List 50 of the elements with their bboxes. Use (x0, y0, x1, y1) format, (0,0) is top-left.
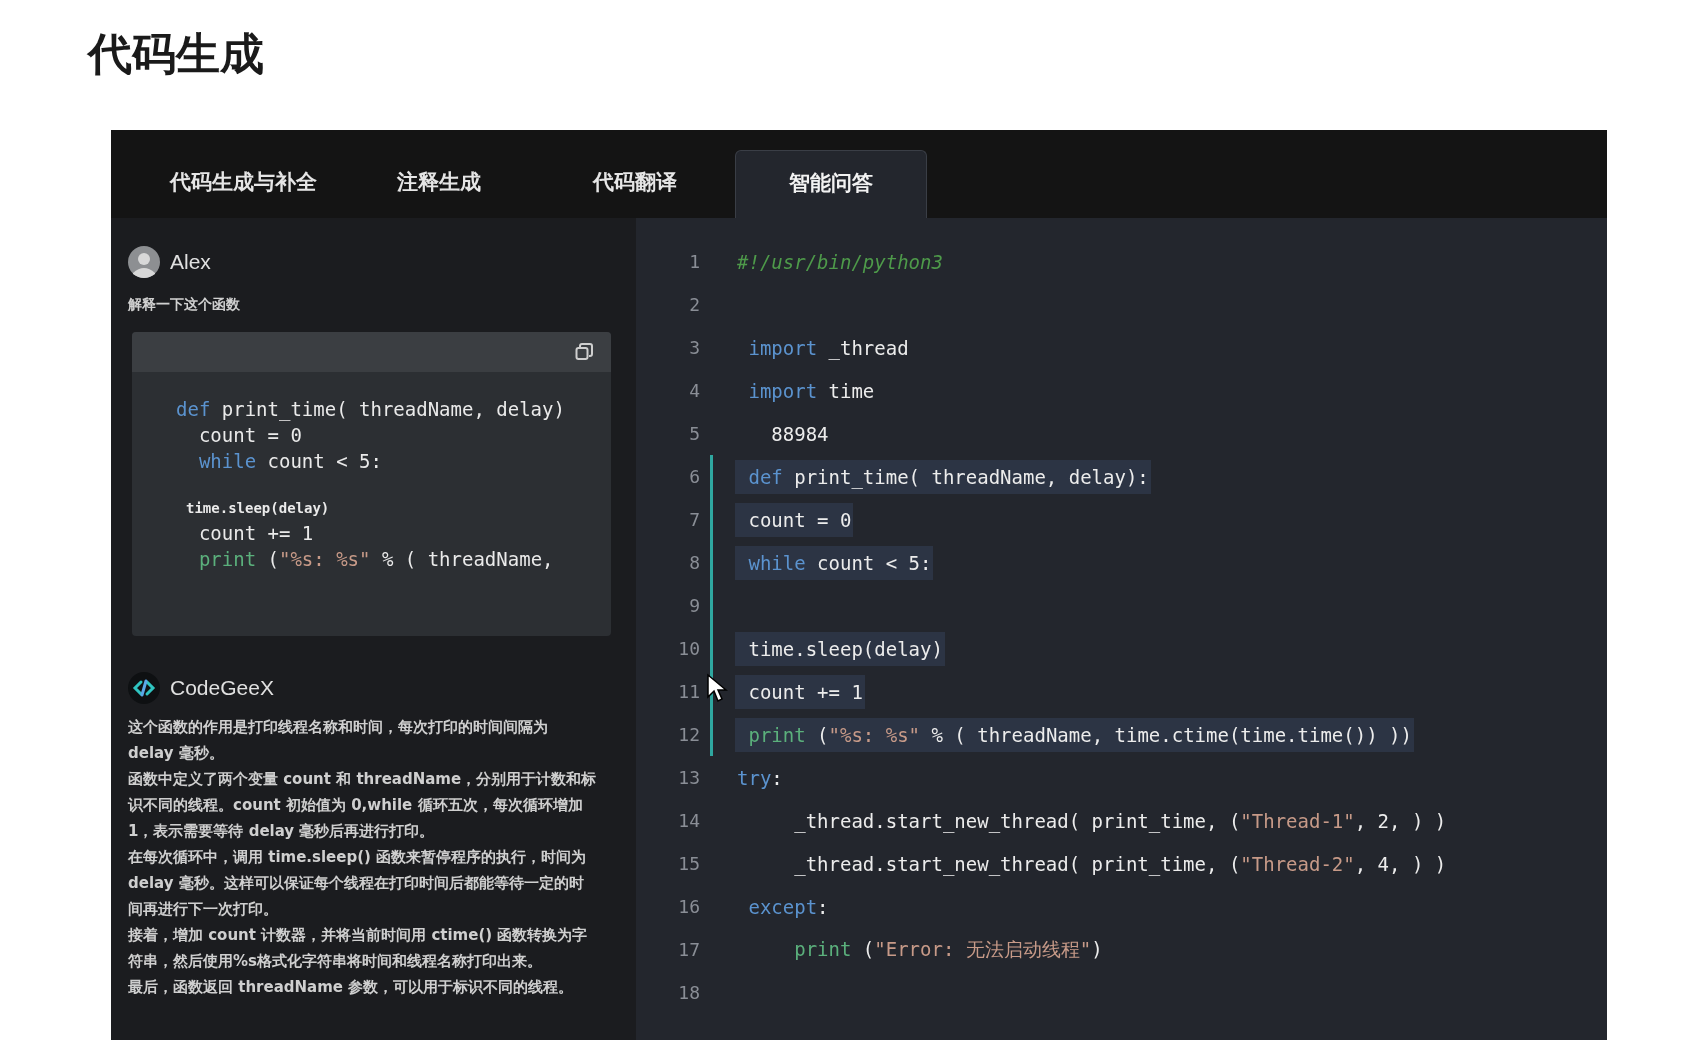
line-number: 14 (677, 810, 700, 831)
code-line: 88984 (770, 421, 830, 447)
line-number: 15 (677, 853, 700, 874)
line-number: 18 (677, 982, 700, 1003)
code-line: count = 0 (197, 423, 303, 448)
logo-icon (128, 672, 160, 704)
code-line: import _thread (747, 335, 910, 362)
tab[interactable]: 注释生成 (343, 150, 535, 218)
answer-paragraph: 函数中定义了两个变量 count 和 threadName，分别用于计数和标识不同的线程。count 初始值为 0,while 循环五次，每次循环增加 1，表示需要等待 delay 毫秒后再进行打印。 (128, 769, 598, 842)
line-number: 13 (677, 767, 700, 788)
line-number: 9 (688, 595, 700, 616)
copy-icon[interactable] (575, 343, 593, 361)
line-number: 16 (677, 896, 700, 917)
assistant-name: CodeGeeX (170, 676, 274, 700)
tab[interactable]: 智能问答 (735, 150, 927, 218)
line-number: 6 (688, 466, 700, 487)
line-number: 12 (677, 724, 700, 745)
answer-paragraph: 最后，函数返回 threadName 参数，可以用于标识不同的线程。 (128, 977, 575, 998)
tab[interactable]: 代码生成与补全 (147, 150, 339, 218)
code-line: time.sleep(delay) (186, 499, 331, 518)
answer-paragraph: 这个函数的作用是打印线程名称和时间，每次打印的时间间隔为 delay 毫秒。 (128, 717, 549, 764)
code-line: _thread.start_new_thread( print_time, ("Thread-1", 2, ) ) (793, 808, 1448, 835)
cursor-icon (706, 673, 728, 703)
code-line: count += 1 (197, 521, 315, 546)
code-line: import time (747, 378, 876, 404)
code-line: except: (747, 894, 830, 920)
line-number: 4 (688, 380, 700, 401)
line-number: 1 (688, 251, 700, 272)
code-line: print ("Error: 无法启动线程") (793, 936, 1104, 962)
line-number: 2 (688, 294, 700, 315)
line-number: 7 (688, 509, 700, 530)
code-line: def print_time( threadName, delay) (176, 397, 566, 422)
line-number: 17 (677, 939, 700, 960)
code-line: print ("%s: %s" % ( threadName, (197, 547, 555, 572)
tab[interactable]: 代码翻译 (539, 150, 731, 218)
line-number: 10 (677, 638, 700, 659)
code-line: _thread.start_new_thread( print_time, ("Thread-2", 4, ) ) (793, 851, 1448, 878)
line-number: 8 (688, 552, 700, 573)
line-number: 5 (688, 423, 700, 444)
line-number: 11 (677, 681, 700, 702)
code-line: while count < 5: (197, 449, 383, 474)
code-line: #!/usr/bin/python3 (736, 249, 944, 275)
line-number: 3 (688, 337, 700, 358)
user-message: 解释一下这个函数 (128, 296, 241, 314)
code-line: try: (736, 765, 784, 791)
answer-paragraph: 接着，增加 count 计数器，并将当前时间用 ctime() 函数转换为字符串，然后使用%s格式化字符串将时间和线程名称打印出来。 (128, 925, 589, 972)
answer-paragraph: 在每次循环中，调用 time.sleep() 函数来暂停程序的执行，时间为 delay 毫秒。这样可以保证每个线程在打印时间后都能等待一定的时间再进行下一次打印。 (128, 847, 588, 920)
page-title: 代码生成 (88, 27, 265, 81)
avatar-icon (128, 246, 160, 278)
user-name: Alex (170, 250, 211, 274)
